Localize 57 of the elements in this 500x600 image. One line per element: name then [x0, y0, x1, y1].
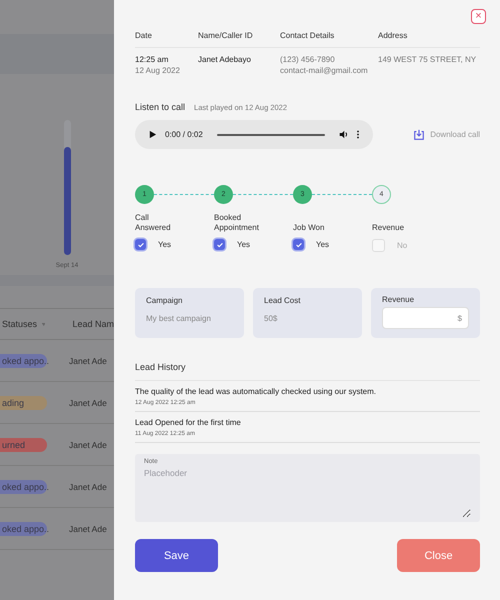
- download-link[interactable]: Download call: [413, 128, 480, 140]
- call-date: 12 Aug 2022: [135, 66, 181, 75]
- status-badge: oked appo..: [0, 480, 47, 494]
- step-label: Job Won: [293, 222, 326, 233]
- history-entry: The quality of the lead was automatically checked using our system.: [135, 387, 378, 396]
- download-icon: [413, 128, 426, 140]
- card-value: 50$: [264, 314, 278, 323]
- checkbox-label: No: [397, 241, 408, 250]
- step-label: Booked Appointment: [214, 212, 260, 233]
- status-badge: oked appo..: [0, 354, 47, 368]
- status-badge: oked appo..: [0, 522, 47, 536]
- history-entry: Lead Opened for the first time: [135, 418, 242, 427]
- card-label: Campaign: [146, 296, 184, 305]
- more-icon[interactable]: [356, 130, 360, 139]
- column-header: Date: [135, 31, 153, 40]
- column-header: Statuses: [2, 319, 38, 329]
- save-button[interactable]: Save: [135, 539, 218, 572]
- column-header: Address: [378, 31, 408, 40]
- section-title: Lead History: [135, 362, 480, 381]
- card-label: Revenue: [382, 295, 416, 304]
- revenue-field[interactable]: $: [382, 307, 469, 329]
- checkbox[interactable]: [135, 239, 146, 250]
- play-icon[interactable]: [148, 130, 157, 139]
- close-button[interactable]: Close: [397, 539, 480, 572]
- playback-time: 0:00 / 0:02: [165, 130, 203, 139]
- close-button[interactable]: ×: [471, 9, 486, 24]
- checkbox-label: Yes: [158, 240, 172, 249]
- table-cell: Janet Ade: [69, 524, 107, 534]
- check-icon: [216, 240, 224, 248]
- status-badge: urned: [0, 438, 47, 452]
- table-cell: Janet Ade: [69, 398, 107, 408]
- email-address: contact-mail@gmail.com: [280, 66, 369, 75]
- checkbox[interactable]: [214, 239, 225, 250]
- step-label: Call Answered: [135, 212, 172, 233]
- caller-name: Janet Adebayo: [198, 55, 252, 64]
- audio-player[interactable]: 0:00 / 0:02: [135, 120, 373, 149]
- column-header: Lead Nam: [72, 319, 114, 329]
- section-title: Listen to call: [135, 102, 186, 112]
- card-label: Lead Cost: [264, 296, 302, 305]
- check-icon: [136, 240, 144, 248]
- status-badge: ading: [0, 396, 47, 410]
- checkbox[interactable]: [372, 239, 385, 252]
- address: 149 WEST 75 STREET, NY: [378, 55, 478, 64]
- checkbox-label: Yes: [316, 240, 330, 249]
- table-cell: Janet Ade: [69, 440, 107, 450]
- table-cell: Janet Ade: [69, 356, 107, 366]
- checkbox-label: Yes: [237, 240, 250, 249]
- phone-number: (123) 456-7890: [280, 55, 336, 64]
- volume-icon[interactable]: [339, 130, 348, 139]
- step-label: Revenue: [372, 222, 406, 233]
- column-header: Name/Caller ID: [198, 31, 254, 40]
- table-cell: Janet Ade: [69, 482, 107, 492]
- call-time: 12:25 am: [135, 55, 170, 64]
- column-header: Contact Details: [280, 31, 336, 40]
- checkbox[interactable]: [293, 239, 304, 250]
- card-value: My best campaign: [146, 314, 212, 323]
- check-icon: [294, 240, 302, 248]
